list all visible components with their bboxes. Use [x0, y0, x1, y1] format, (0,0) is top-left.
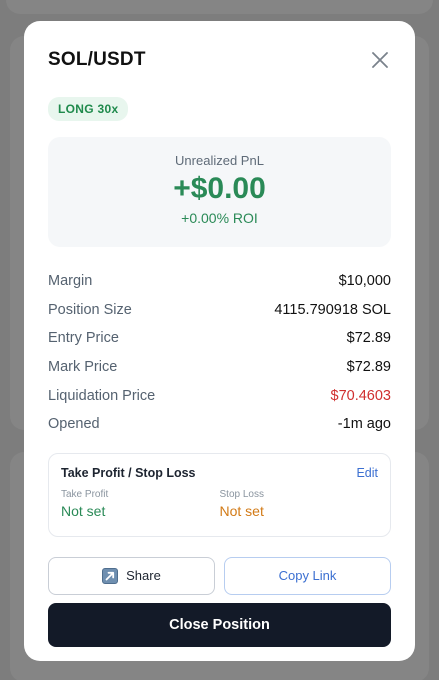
detail-value: 4115.790918 SOL	[274, 301, 391, 318]
close-position-label: Close Position	[169, 616, 270, 633]
pnl-roi: +0.00% ROI	[181, 210, 258, 226]
take-profit-column: Take Profit Not set	[61, 489, 220, 519]
liquidation-price-value: $70.4603	[330, 387, 391, 404]
stop-loss-value: Not set	[219, 502, 264, 519]
close-icon	[372, 52, 388, 68]
pnl-label: Unrealized PnL	[175, 153, 264, 168]
close-position-button[interactable]: Close Position	[48, 602, 391, 647]
detail-label: Opened	[48, 416, 100, 433]
modal-title: SOL/USDT	[48, 49, 146, 70]
detail-label: Liquidation Price	[48, 387, 156, 404]
detail-label: Mark Price	[48, 359, 118, 376]
detail-value: $72.89	[346, 330, 391, 347]
detail-label: Position Size	[48, 301, 132, 318]
detail-row-margin: Margin $10,000	[48, 267, 391, 296]
detail-row-entry-price: Entry Price $72.89	[48, 324, 391, 353]
close-button[interactable]	[369, 49, 391, 71]
position-details: Margin $10,000 Position Size 4115.790918…	[48, 267, 391, 439]
pnl-card: Unrealized PnL +$0.00 +0.00% ROI	[48, 137, 391, 247]
detail-value: $72.89	[346, 359, 391, 376]
tpsl-title: Take Profit / Stop Loss	[61, 465, 196, 480]
detail-value: $10,000	[338, 273, 391, 290]
detail-label: Margin	[48, 273, 93, 290]
stop-loss-column: Stop Loss Not set	[220, 489, 379, 519]
background-card	[6, 0, 433, 14]
stop-loss-label: Stop Loss	[219, 488, 264, 500]
share-button[interactable]: Share	[48, 556, 215, 595]
detail-label: Entry Price	[48, 330, 119, 347]
modal-header: SOL/USDT	[48, 21, 391, 97]
position-side-badge: LONG 30x	[48, 97, 129, 121]
share-label: Share	[126, 568, 161, 584]
tpsl-columns: Take Profit Not set Stop Loss Not set	[61, 489, 378, 519]
share-arrow-icon	[102, 567, 119, 584]
detail-row-opened: Opened -1m ago	[48, 410, 391, 439]
detail-row-position-size: Position Size 4115.790918 SOL	[48, 296, 391, 325]
detail-value: -1m ago	[337, 416, 391, 433]
tpsl-edit-link[interactable]: Edit	[356, 466, 378, 480]
detail-row-mark-price: Mark Price $72.89	[48, 353, 391, 382]
take-profit-label: Take Profit	[61, 488, 109, 500]
pnl-value: +$0.00	[173, 172, 266, 205]
action-buttons: Share Copy Link	[48, 556, 391, 595]
detail-row-liquidation-price: Liquidation Price $70.4603	[48, 381, 391, 410]
position-modal: SOL/USDT LONG 30x Unrealized PnL +$0.00 …	[24, 21, 415, 661]
tpsl-card: Take Profit / Stop Loss Edit Take Profit…	[48, 452, 391, 537]
take-profit-value: Not set	[61, 502, 106, 519]
copy-link-label: Copy Link	[278, 568, 337, 584]
copy-link-button[interactable]: Copy Link	[224, 556, 391, 595]
